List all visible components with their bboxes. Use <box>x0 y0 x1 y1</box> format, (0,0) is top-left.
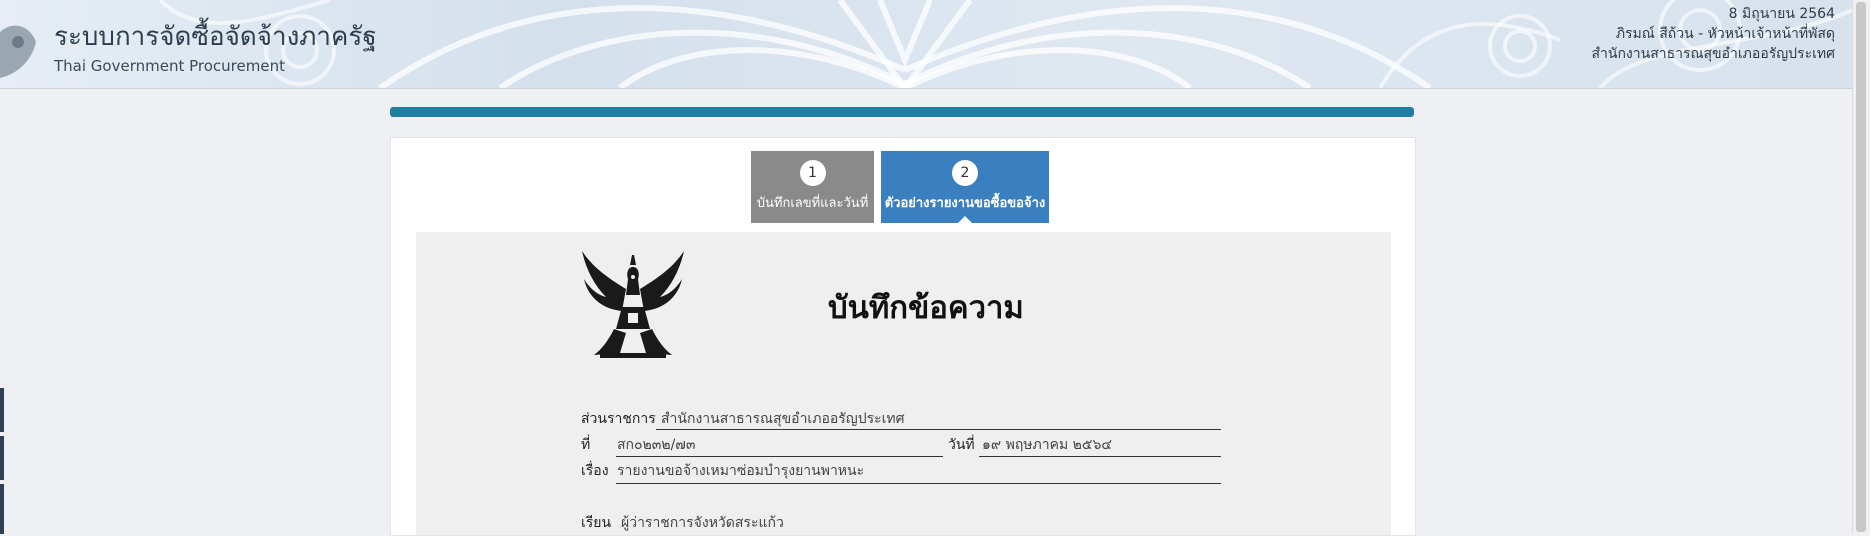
reference-underline <box>616 456 943 457</box>
side-tab-2[interactable] <box>0 436 4 480</box>
garuda-logo-icon <box>0 25 36 78</box>
user-name-role[interactable]: ภิรมณ์ สีถ้วน - หัวหน้าเจ้าหน้าที่พัสดุ <box>1591 24 1835 44</box>
user-office: สำนักงานสาธารณสุขอำเภออรัญประเทศ <box>1591 46 1835 62</box>
date-underline <box>979 456 1221 457</box>
user-info: 8 มิถุนายน 2564 ภิรมณ์ สีถ้วน - หัวหน้าเ… <box>1591 4 1835 64</box>
app-title-english: Thai Government Procurement <box>54 57 285 75</box>
side-tab-1[interactable] <box>0 388 4 432</box>
app-header: ระบบการจัดซื้อจัดจ้างภาครัฐ Thai Governm… <box>0 0 1853 89</box>
subject-label: เรื่อง <box>581 463 609 479</box>
reference-value: สก๐๒๓๒/๗๓ <box>617 437 696 453</box>
reference-label: ที่ <box>581 437 591 453</box>
memo-document-preview: บันทึกข้อความ ส่วนราชการ สำนักงานสาธารณส… <box>416 232 1391 535</box>
current-date: 8 มิถุนายน 2564 <box>1728 6 1835 22</box>
step-1-label: บันทึกเลขที่และวันที่ <box>756 196 869 211</box>
progress-bar <box>390 107 1414 117</box>
step-2-number: 2 <box>952 160 978 186</box>
addressee-label: เรียน <box>581 515 612 531</box>
agency-underline <box>656 429 1221 430</box>
scrollbar-thumb[interactable] <box>1856 2 1866 532</box>
active-step-pointer <box>957 216 973 224</box>
step-2-label: ตัวอย่างรายงานขอซื้อขอจ้าง <box>884 196 1046 211</box>
step-2[interactable]: 2 ตัวอย่างรายงานขอซื้อขอจ้าง <box>881 151 1049 224</box>
subject-underline <box>616 483 1221 484</box>
date-value: ๑๙ พฤษภาคม ๒๕๖๔ <box>982 437 1112 453</box>
garuda-emblem-icon <box>582 251 684 358</box>
main-card: 1 บันทึกเลขที่และวันที่ 2 ตัวอย่างรายงาน… <box>390 137 1416 536</box>
app-title-thai: ระบบการจัดซื้อจัดจ้างภาครัฐ <box>54 22 377 52</box>
step-1-number: 1 <box>799 160 826 186</box>
side-tab-3[interactable] <box>0 484 4 534</box>
progress-bar-fill <box>390 107 1414 117</box>
addressee-value: ผู้ว่าราชการจังหวัดสระแก้ว <box>621 515 784 531</box>
memo-title: บันทึกข้อความ <box>828 290 1024 326</box>
step-1[interactable]: 1 บันทึกเลขที่และวันที่ <box>751 151 874 223</box>
subject-value: รายงานขอจ้างเหมาซ่อมบำรุงยานพาหนะ <box>617 463 865 479</box>
vertical-scrollbar[interactable] <box>1852 0 1870 534</box>
agency-label: ส่วนราชการ <box>581 411 656 427</box>
agency-value: สำนักงานสาธารณสุขอำเภออรัญประเทศ <box>661 411 905 427</box>
date-label: วันที่ <box>948 437 975 453</box>
